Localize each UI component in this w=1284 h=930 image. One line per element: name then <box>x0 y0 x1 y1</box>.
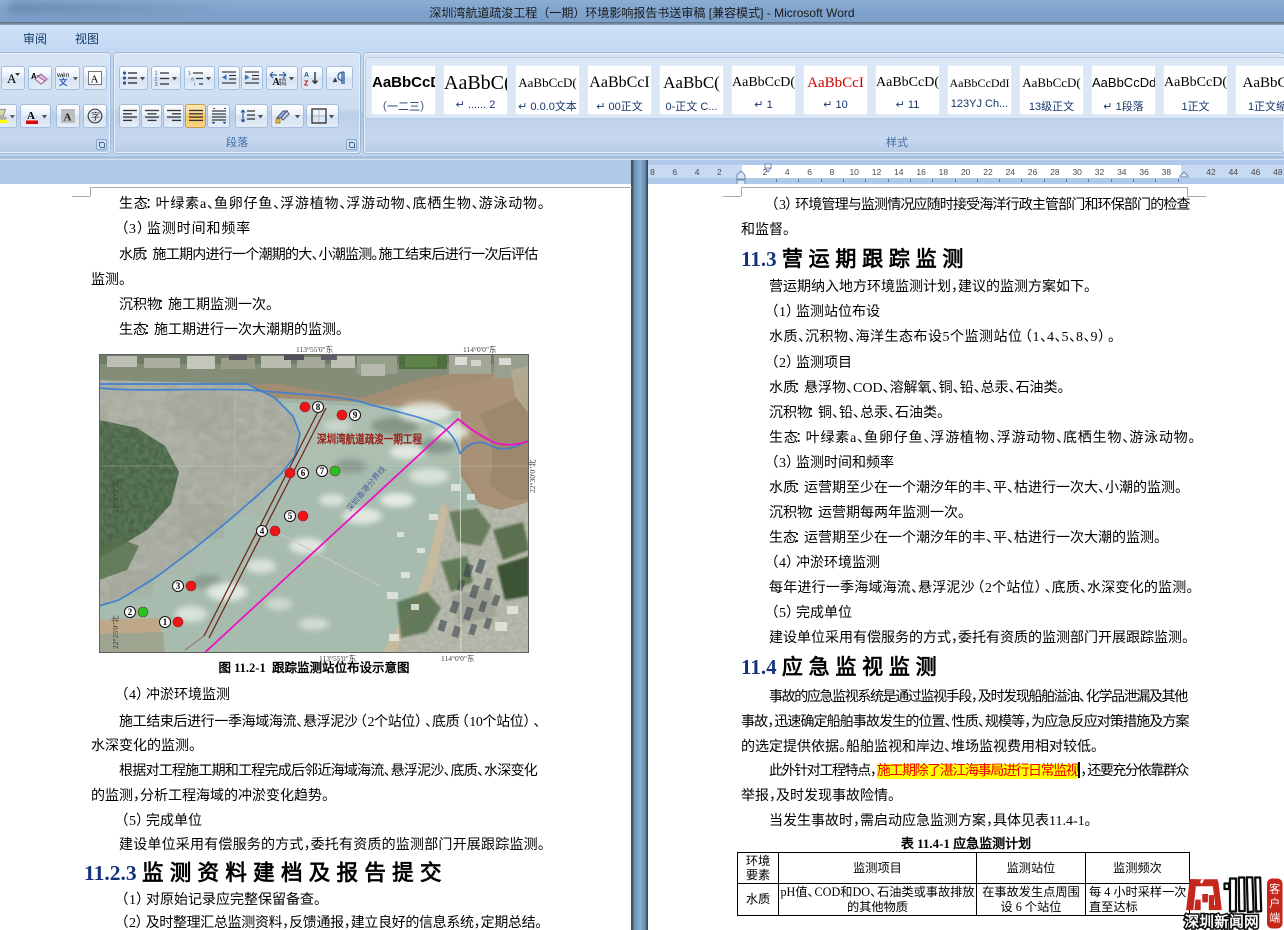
svg-text:7: 7 <box>320 466 325 476</box>
svg-text:A: A <box>64 112 72 124</box>
svg-text:1: 1 <box>163 617 168 627</box>
svg-text:4: 4 <box>260 526 265 536</box>
svg-text:A: A <box>91 74 99 86</box>
svg-text:Z: Z <box>304 81 309 87</box>
svg-text:辑: 辑 <box>279 77 287 86</box>
svg-text:8: 8 <box>316 402 321 412</box>
svg-text:9: 9 <box>353 410 358 420</box>
svg-text:5: 5 <box>288 511 293 521</box>
svg-text:2: 2 <box>128 607 133 617</box>
svg-text:端: 端 <box>1269 912 1280 925</box>
svg-text:3: 3 <box>155 82 158 86</box>
svg-text:3: 3 <box>176 581 181 591</box>
svg-text:深圳湾航道疏浚一期工程: 深圳湾航道疏浚一期工程 <box>317 432 422 446</box>
svg-text:A: A <box>304 72 309 79</box>
svg-text:户: 户 <box>1269 896 1280 910</box>
svg-text:客: 客 <box>1269 882 1280 896</box>
svg-text:A: A <box>27 110 35 122</box>
svg-text:6: 6 <box>301 468 306 478</box>
svg-text:字: 字 <box>91 111 100 122</box>
svg-text:i: i <box>194 82 195 86</box>
svg-text:深圳新闻网: 深圳新闻网 <box>1185 913 1260 930</box>
svg-text:文: 文 <box>58 76 68 86</box>
